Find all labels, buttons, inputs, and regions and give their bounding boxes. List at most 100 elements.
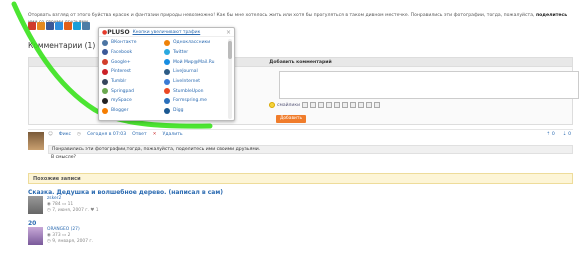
share-service-item[interactable]: Twitter <box>164 49 226 57</box>
code-icon[interactable] <box>358 102 364 108</box>
share-button-4[interactable] <box>64 22 72 30</box>
comment-date: Сегодня в 07:03 <box>87 132 127 137</box>
post-date: 9, января, 2007 г. <box>52 239 94 244</box>
share-service-item[interactable]: LiveJournal <box>164 68 226 76</box>
service-label: StumbleUpon <box>173 88 204 94</box>
post-thumbnail[interactable] <box>28 196 43 214</box>
delete-link[interactable]: Удалить <box>163 132 183 137</box>
comments-count: (1) <box>84 41 96 50</box>
service-label: Tumblr <box>111 79 127 84</box>
service-label: mySpace <box>111 98 132 104</box>
logo-rest: LUSO <box>111 28 130 36</box>
share-button-6[interactable] <box>82 22 90 30</box>
avatar <box>28 132 44 150</box>
service-label: Google+ <box>111 59 131 65</box>
service-label: Springpad <box>111 88 134 94</box>
odnoklassniki-icon <box>164 39 170 46</box>
post-user[interactable]: ORANGEO (27) <box>47 227 80 232</box>
formspring-icon <box>164 97 170 104</box>
post-views: 784 <box>52 202 61 207</box>
service-label: Formspring.me <box>173 98 207 104</box>
share-service-item[interactable]: ВКонтакте <box>102 39 164 47</box>
smiles-link[interactable]: смайлики <box>277 103 300 108</box>
traffic-link[interactable]: Кнопки увеличивают трафик <box>133 30 201 35</box>
bold-icon[interactable] <box>302 102 308 108</box>
myspace-icon <box>102 97 108 104</box>
share-service-item[interactable]: mySpace <box>102 97 164 105</box>
clock-icon: ◷ <box>47 208 51 213</box>
pinterest-icon <box>102 68 108 75</box>
mailru-icon <box>164 59 170 66</box>
scrollbar-thumb[interactable] <box>228 41 232 59</box>
share-service-item[interactable]: Мой Мир@Mail.Ru <box>164 58 226 66</box>
editor-toolbar: смайлики <box>269 102 380 108</box>
share-button-1[interactable] <box>37 22 45 30</box>
share-service-item[interactable]: Springpad <box>102 87 164 95</box>
image-icon[interactable] <box>342 102 348 108</box>
post-comments: 2 <box>67 233 71 238</box>
service-label: Мой Мир@Mail.Ru <box>173 59 215 65</box>
comment-item: ☺ Фикс ◷ Сегодня в 07:03 Ответ ✕ Удалить… <box>28 129 573 165</box>
comment-textarea[interactable] <box>279 71 579 99</box>
underline-icon[interactable] <box>318 102 324 108</box>
user-icon: ☺ <box>48 132 53 137</box>
comments-heading: Комментарии (1) <box>28 41 95 50</box>
share-service-item[interactable]: Одноклассники <box>164 39 226 47</box>
votes-down-count: 0 <box>568 132 571 137</box>
share-service-item[interactable]: LiveInternet <box>164 78 226 86</box>
delete-icon[interactable]: ✕ <box>153 132 157 137</box>
comment-author[interactable]: Фикс <box>59 132 71 137</box>
service-label: Pinterest <box>111 69 131 75</box>
link-icon[interactable] <box>334 102 340 108</box>
service-label: Digg <box>173 108 184 114</box>
share-service-item[interactable]: Blogger <box>102 107 164 115</box>
share-button-5[interactable] <box>73 22 81 30</box>
share-service-item[interactable]: Formspring.me <box>164 97 226 105</box>
color-icon[interactable] <box>374 102 380 108</box>
share-service-item[interactable]: Facebook <box>102 49 164 57</box>
list-icon[interactable] <box>366 102 372 108</box>
similar-post: Сказка. Дедушка и волшебное дерево. (нап… <box>28 189 328 214</box>
vote-down[interactable]: ⇣ 0 <box>563 132 571 137</box>
post-thumbnail[interactable] <box>28 227 43 245</box>
livejournal-icon <box>164 68 170 75</box>
quote-icon[interactable] <box>350 102 356 108</box>
service-label: Одноклассники <box>173 40 211 46</box>
tumblr-icon <box>102 78 108 85</box>
post-title[interactable]: 20 <box>28 220 328 227</box>
comment-votes: ⇡ 0 ⇣ 0 <box>547 132 572 137</box>
service-label: Facebook <box>111 49 133 55</box>
digg-icon <box>164 107 170 114</box>
post-user[interactable]: zsker2 <box>47 196 61 201</box>
share-service-item[interactable]: Pinterest <box>102 68 164 76</box>
reply-link[interactable]: Ответ <box>132 132 147 137</box>
share-button-0[interactable] <box>28 22 36 30</box>
scrollbar[interactable] <box>228 39 232 119</box>
add-comment-button[interactable]: Добавить <box>276 115 306 123</box>
post-title[interactable]: Сказка. Дедушка и волшебное дерево. (нап… <box>28 189 328 196</box>
similar-post: 20 ORANGEO (27) ◉ 373 ▭ 2 ◷ 9, января, 2… <box>28 220 328 245</box>
italic-icon[interactable] <box>310 102 316 108</box>
close-icon[interactable]: × <box>226 29 231 36</box>
comment-icon: ▭ <box>62 233 67 238</box>
service-label: Twitter <box>173 49 189 55</box>
share-service-item[interactable]: Digg <box>164 107 226 115</box>
similar-heading: Похожие записи <box>28 173 573 184</box>
smile-icon[interactable] <box>269 102 275 108</box>
share-service-item[interactable]: Tumblr <box>102 78 164 86</box>
vote-up[interactable]: ⇡ 0 <box>547 132 555 137</box>
service-label: Blogger <box>111 108 129 114</box>
post-comments: 11 <box>67 202 74 207</box>
blogger-icon <box>102 107 108 114</box>
share-button-3[interactable] <box>55 22 63 30</box>
springpad-icon <box>102 88 108 95</box>
eye-icon: ◉ <box>47 233 51 238</box>
share-service-item[interactable]: Google+ <box>102 58 164 66</box>
service-grid: ВКонтакте Одноклассники Facebook Twitter Goo… <box>102 39 224 114</box>
clock-icon: ◷ <box>77 132 82 137</box>
strike-icon[interactable] <box>326 102 332 108</box>
share-button-2[interactable] <box>46 22 54 30</box>
service-label: ВКонтакте <box>111 40 137 46</box>
post-date: 7, июня, 2007 г. <box>52 208 89 213</box>
share-service-item[interactable]: StumbleUpon <box>164 87 226 95</box>
